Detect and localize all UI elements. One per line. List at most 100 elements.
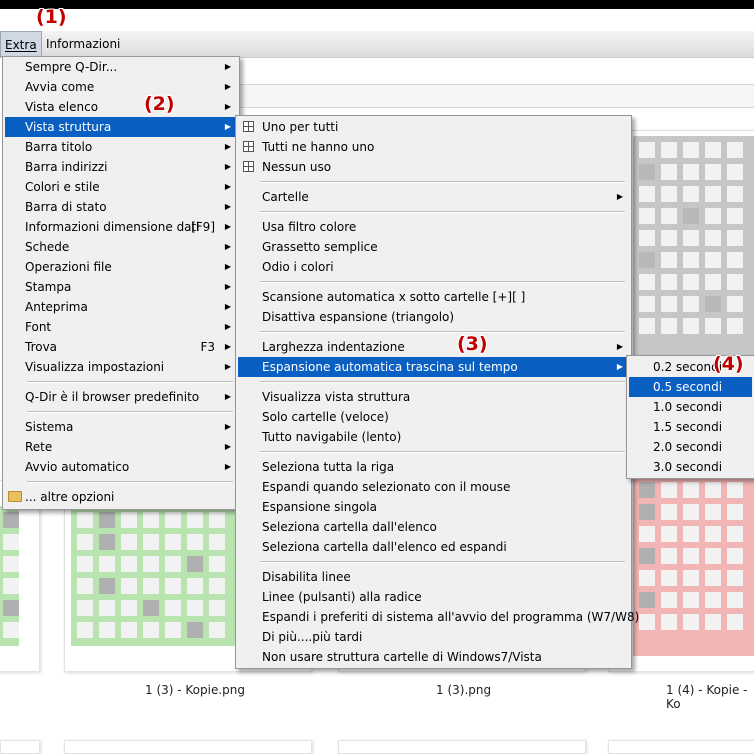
pixel-cell (143, 534, 159, 550)
menu-item-disattiva-espansione-triangolo[interactable]: Disattiva espansione (triangolo) (238, 307, 629, 327)
menu-item-1-5-secondi[interactable]: 1.5 secondi (629, 417, 752, 437)
menu-item-linee-pulsanti-alla-radice[interactable]: Linee (pulsanti) alla radice (238, 587, 629, 607)
menu-item-non-usare-struttura-cartelle-di-windows7[interactable]: Non usare struttura cartelle di Windows7… (238, 647, 629, 667)
menu-item-espandi-quando-selezionato-con-il-mouse[interactable]: Espandi quando selezionato con il mouse (238, 477, 629, 497)
menu-item-larghezza-indentazione[interactable]: Larghezza indentazione ▶ (238, 337, 629, 357)
menu-item-solo-cartelle-veloce[interactable]: Solo cartelle (veloce) (238, 407, 629, 427)
pixel-cell (165, 600, 181, 616)
pixel-cell (705, 142, 721, 158)
pixel-cell (661, 186, 677, 202)
menu-item-q-dir-e-il-browser-predefinito[interactable]: Q-Dir è il browser predefinito ▶ (5, 387, 237, 407)
menu-item-seleziona-cartella-dall-elenco-ed-espand[interactable]: Seleziona cartella dall'elenco ed espand… (238, 537, 629, 557)
menu-item-barra-di-stato[interactable]: Barra di stato ▶ (5, 197, 237, 217)
menu-item-label: Visualizza vista struttura (262, 390, 411, 404)
menu-item-2-0-secondi[interactable]: 2.0 secondi (629, 437, 752, 457)
menu-separator (260, 281, 625, 283)
menu-item-label: Usa filtro colore (262, 220, 357, 234)
menu-item-vista-elenco[interactable]: Vista elenco ▶ (5, 97, 237, 117)
menu-item-font[interactable]: Font ▶ (5, 317, 237, 337)
menu-item-barra-indirizzi[interactable]: Barra indirizzi ▶ (5, 157, 237, 177)
menu-item-barra-titolo[interactable]: Barra titolo ▶ (5, 137, 237, 157)
pixel-cell (727, 208, 743, 224)
menu-item-altre-opzioni[interactable]: ... altre opzioni (5, 487, 237, 507)
pixel-cell (661, 614, 677, 630)
thumbnail-card[interactable] (0, 740, 40, 754)
menu-item-uno-per-tutti[interactable]: Uno per tutti (238, 117, 629, 137)
menu-item-label: Avvio automatico (25, 460, 130, 474)
menu-item-label: Odio i colori (262, 260, 334, 274)
pixel-cell (661, 570, 677, 586)
menu-item-label: Non usare struttura cartelle di Windows7… (262, 650, 542, 664)
pixel-cell (209, 578, 225, 594)
menu-item-schede[interactable]: Schede ▶ (5, 237, 237, 257)
menu-item-nessun-uso[interactable]: Nessun uso (238, 157, 629, 177)
pixel-cell (683, 482, 699, 498)
thumbnail-card[interactable] (64, 740, 312, 754)
menu-item-3-0-secondi[interactable]: 3.0 secondi (629, 457, 752, 477)
pixel-cell (683, 142, 699, 158)
menu-item-espansione-automatica-trascina-sul-tempo[interactable]: Espansione automatica trascina sul tempo… (238, 357, 629, 377)
menu-item-odio-i-colori[interactable]: Odio i colori (238, 257, 629, 277)
submenu-arrow-icon: ▶ (224, 182, 231, 191)
menu-item-avvio-automatico[interactable]: Avvio automatico ▶ (5, 457, 237, 477)
menu-item-shortcut: F3 (200, 340, 215, 354)
menu-item-rete[interactable]: Rete ▶ (5, 437, 237, 457)
pixel-cell (705, 482, 721, 498)
menu-item-colori-e-stile[interactable]: Colori e stile ▶ (5, 177, 237, 197)
thumbnail-card[interactable] (338, 740, 586, 754)
pixel-cell (705, 592, 721, 608)
menu-item-trova[interactable]: Trova F3 ▶ (5, 337, 237, 357)
menu-item-disabilita-linee[interactable]: Disabilita linee (238, 567, 629, 587)
menu-item-0-5-secondi[interactable]: 0.5 secondi (629, 377, 752, 397)
submenu-arrow-icon: ▶ (224, 122, 231, 131)
menu-item-tutti-ne-hanno-uno[interactable]: Tutti ne hanno uno (238, 137, 629, 157)
menu-item-espansione-singola[interactable]: Espansione singola (238, 497, 629, 517)
menu-item-cartelle[interactable]: Cartelle ▶ (238, 187, 629, 207)
menu-item-grassetto-semplice[interactable]: Grassetto semplice (238, 237, 629, 257)
menu-item-sempre-q-dir[interactable]: Sempre Q-Dir... ▶ (5, 57, 237, 77)
pixel-cell (639, 274, 655, 290)
menu-item-stampa[interactable]: Stampa ▶ (5, 277, 237, 297)
submenu-arrow-icon: ▶ (224, 202, 231, 211)
menu-item-visualizza-impostazioni[interactable]: Visualizza impostazioni ▶ (5, 357, 237, 377)
menu-item-label: Colori e stile (25, 180, 100, 194)
toolbar-row (240, 85, 754, 108)
submenu-arrow-icon: ▶ (224, 222, 231, 231)
menu-item-seleziona-cartella-dall-elenco[interactable]: Seleziona cartella dall'elenco (238, 517, 629, 537)
menu-item-usa-filtro-colore[interactable]: Usa filtro colore (238, 217, 629, 237)
menu-item-scansione-automatica-x-sotto-cartelle[interactable]: Scansione automatica x sotto cartelle [+… (238, 287, 629, 307)
menu-item-vista-struttura[interactable]: Vista struttura ▶ (5, 117, 237, 137)
pixel-cell (187, 600, 203, 616)
menu-item-label: Tutto navigabile (lento) (262, 430, 402, 444)
menu-item-label: Schede (25, 240, 70, 254)
menu-item-label: Q-Dir è il browser predefinito (25, 390, 200, 404)
menu-item-di-piu-piu-tardi[interactable]: Di più....più tardi (238, 627, 629, 647)
menu-item-label: Larghezza indentazione (262, 340, 405, 354)
menu-item-label: Trova (25, 340, 58, 354)
menu-item-1-0-secondi[interactable]: 1.0 secondi (629, 397, 752, 417)
menu-item-label: Espansione singola (262, 500, 377, 514)
submenu-arrow-icon: ▶ (224, 442, 231, 451)
pixel-cell (639, 230, 655, 246)
thumbnail-image (633, 136, 754, 356)
menu-item-avvia-come[interactable]: Avvia come ▶ (5, 77, 237, 97)
menu-item-visualizza-vista-struttura[interactable]: Visualizza vista struttura (238, 387, 629, 407)
pixel-cell (165, 578, 181, 594)
pixel-cell (705, 504, 721, 520)
pixel-cell (99, 512, 115, 528)
menu-item-label: Vista struttura (25, 120, 112, 134)
pixel-cell (727, 614, 743, 630)
menu-item-operazioni-file[interactable]: Operazioni file ▶ (5, 257, 237, 277)
menu-item-espandi-i-preferiti-di-sistema-all-avvio[interactable]: Espandi i preferiti di sistema all'avvio… (238, 607, 639, 627)
menu-item-tutto-navigabile-lento[interactable]: Tutto navigabile (lento) (238, 427, 629, 447)
thumbnail-card[interactable] (608, 740, 754, 754)
menu-extra[interactable]: Extra (0, 31, 42, 57)
menu-informazioni[interactable]: Informazioni (42, 31, 124, 57)
menu-item-anteprima[interactable]: Anteprima ▶ (5, 297, 237, 317)
address-bar[interactable] (240, 58, 754, 85)
menu-item-label: 2.0 secondi (653, 440, 723, 454)
menu-item-sistema[interactable]: Sistema ▶ (5, 417, 237, 437)
menu-item-informazioni-dimensione-dati[interactable]: Informazioni dimensione dati [F9] ▶ (5, 217, 237, 237)
pixel-cell (639, 164, 655, 180)
menu-item-seleziona-tutta-la-riga[interactable]: Seleziona tutta la riga (238, 457, 629, 477)
